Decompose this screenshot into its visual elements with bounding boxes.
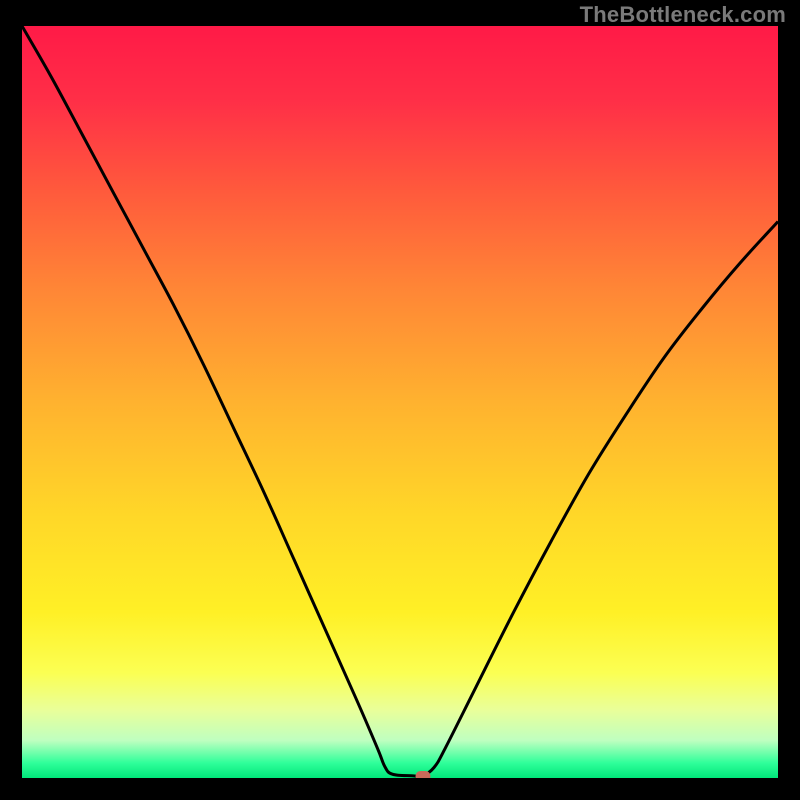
plot-area — [22, 26, 778, 778]
bottleneck-curve — [22, 26, 778, 778]
optimal-point-marker — [415, 771, 430, 778]
curve-path — [22, 26, 778, 776]
watermark-text: TheBottleneck.com — [580, 2, 786, 28]
app-frame: TheBottleneck.com — [0, 0, 800, 800]
